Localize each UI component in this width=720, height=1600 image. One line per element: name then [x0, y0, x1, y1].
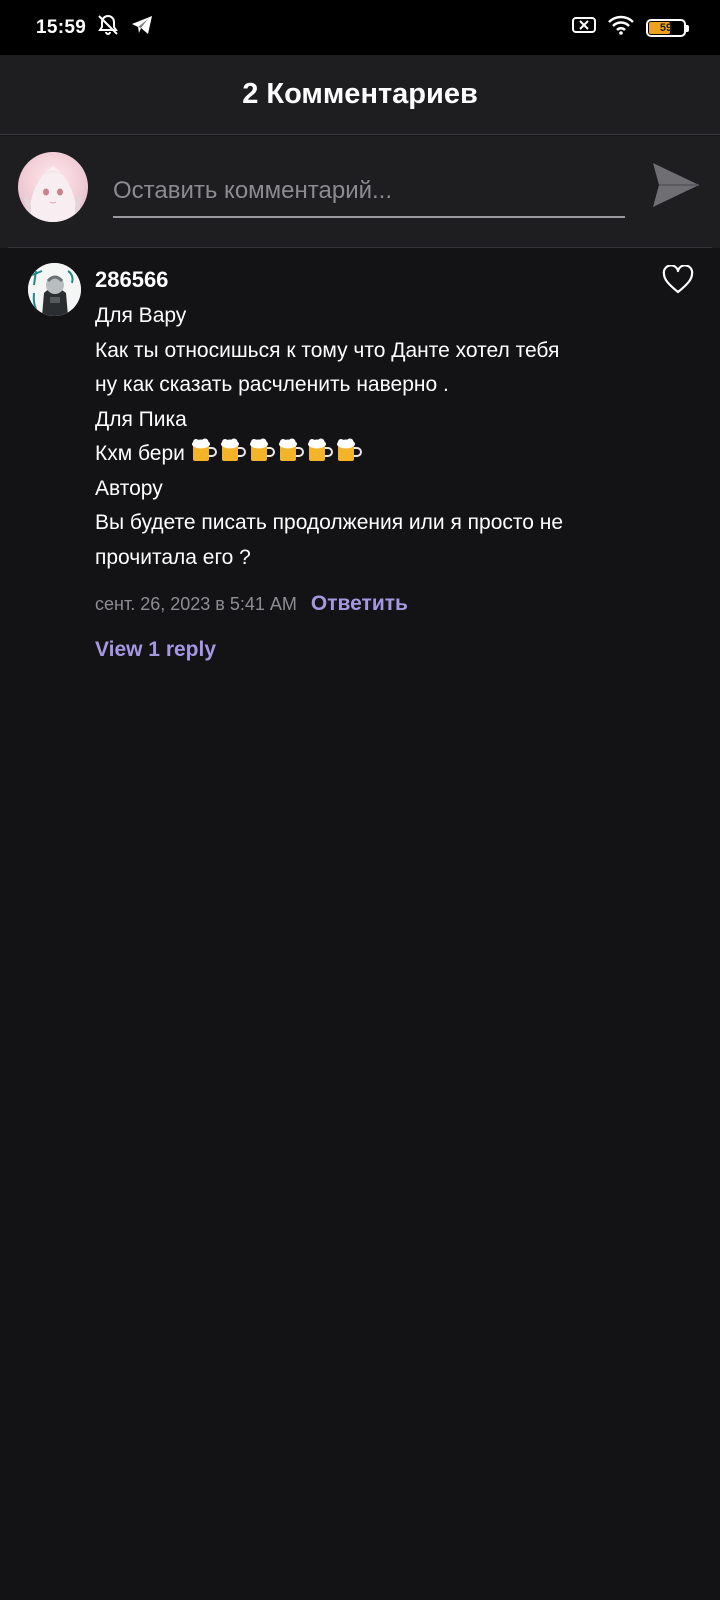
comment-line: Для Вару — [95, 304, 187, 327]
heart-icon — [662, 264, 694, 299]
alarm-off-icon — [96, 13, 120, 42]
sim-x-icon — [572, 16, 596, 39]
comment-line: ну как сказать расчленить наверно . — [95, 373, 449, 396]
divider — [8, 247, 712, 248]
send-button[interactable] — [648, 160, 704, 214]
reply-button[interactable]: Ответить — [311, 592, 408, 616]
header: 2 Комментариев — [0, 55, 720, 135]
comment-line-with-emoji: Кхм бери — [95, 437, 655, 472]
status-bar: 15:59 59 — [0, 0, 720, 55]
battery-icon: 59 — [646, 18, 689, 37]
status-right: 59 — [572, 15, 689, 40]
user-avatar — [18, 152, 88, 222]
comment-line: Как ты относишься к тому что Данте хотел… — [95, 338, 560, 362]
beer-emoji-icon — [249, 438, 275, 461]
like-button[interactable] — [662, 264, 694, 295]
send-icon — [651, 161, 701, 214]
beer-emoji-icon — [336, 438, 362, 461]
beer-emoji-icon — [307, 438, 333, 461]
beer-emoji-row — [189, 437, 362, 463]
status-left: 15:59 — [36, 13, 154, 42]
comment-line: Для Пика — [95, 407, 187, 431]
wifi-icon — [608, 15, 634, 40]
beer-emoji-icon — [191, 438, 217, 461]
telegram-icon — [130, 14, 154, 41]
comment-timestamp: сент. 26, 2023 в 5:41 AM — [95, 594, 297, 614]
comment-line: прочитала его ? — [95, 545, 251, 569]
comment-meta: сент. 26, 2023 в 5:41 AM Ответить — [95, 592, 408, 616]
comment-input[interactable] — [113, 166, 625, 218]
comment-username[interactable]: 286566 — [95, 267, 168, 293]
comment-text: Для Вару Как ты относишься к тому что Да… — [95, 299, 655, 575]
status-time: 15:59 — [36, 16, 87, 38]
comment-composer — [0, 136, 720, 248]
commenter-avatar[interactable] — [28, 263, 81, 316]
comment-line: Вы будете писать продолжения или я прост… — [95, 511, 564, 534]
view-replies-button[interactable]: View 1 reply — [95, 638, 216, 662]
page-title: 2 Комментариев — [242, 78, 478, 110]
comment-line: Кхм бери — [95, 442, 185, 465]
beer-emoji-icon — [220, 438, 246, 461]
battery-level: 59 — [659, 21, 673, 34]
comment-line: Автору — [95, 476, 163, 500]
beer-emoji-icon — [278, 438, 304, 461]
